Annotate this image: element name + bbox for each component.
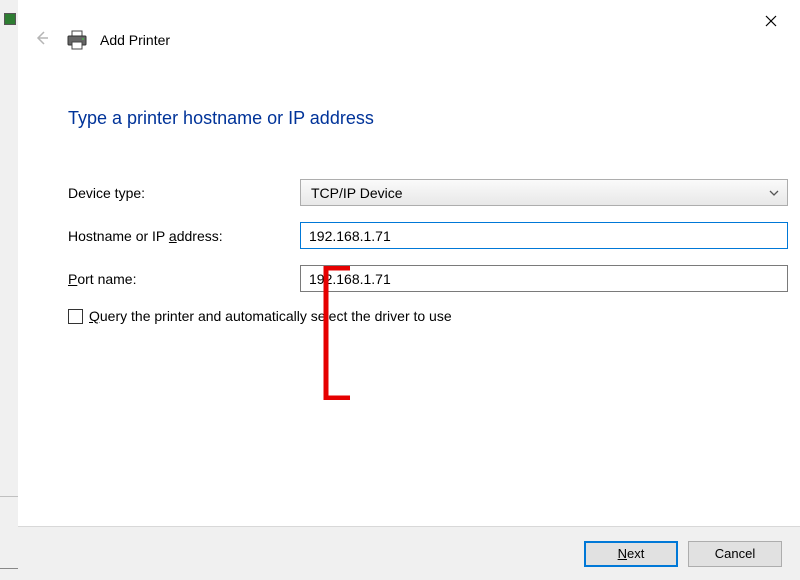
background-strip	[0, 0, 18, 580]
printer-icon	[66, 30, 88, 50]
device-type-dropdown[interactable]: TCP/IP Device	[300, 179, 788, 206]
chevron-down-icon	[769, 187, 779, 199]
device-type-row: Device type: TCP/IP Device	[68, 179, 788, 206]
dialog-header: Add Printer	[30, 28, 170, 52]
close-icon	[765, 14, 777, 31]
cancel-button[interactable]: Cancel	[688, 541, 782, 567]
port-name-input[interactable]	[300, 265, 788, 292]
query-driver-checkbox[interactable]	[68, 309, 83, 324]
hostname-input[interactable]	[300, 222, 788, 249]
port-name-row: Port name:	[68, 265, 788, 292]
add-printer-dialog: Add Printer Type a printer hostname or I…	[18, 0, 800, 580]
device-type-label: Device type:	[68, 185, 300, 201]
query-driver-label[interactable]: Query the printer and automatically sele…	[89, 308, 452, 324]
close-button[interactable]	[756, 10, 786, 34]
port-name-label: Port name:	[68, 271, 300, 287]
dialog-content: Type a printer hostname or IP address De…	[68, 108, 788, 324]
hostname-label: Hostname or IP address:	[68, 228, 300, 244]
query-driver-row: Query the printer and automatically sele…	[68, 308, 788, 324]
device-type-value: TCP/IP Device	[311, 185, 403, 201]
dialog-footer: Next Cancel	[18, 526, 800, 580]
back-button[interactable]	[30, 28, 54, 52]
page-title: Type a printer hostname or IP address	[68, 108, 788, 129]
dialog-title: Add Printer	[100, 32, 170, 48]
hostname-row: Hostname or IP address:	[68, 222, 788, 249]
background-accent-icon	[4, 13, 16, 25]
back-arrow-icon	[33, 29, 51, 52]
next-button[interactable]: Next	[584, 541, 678, 567]
